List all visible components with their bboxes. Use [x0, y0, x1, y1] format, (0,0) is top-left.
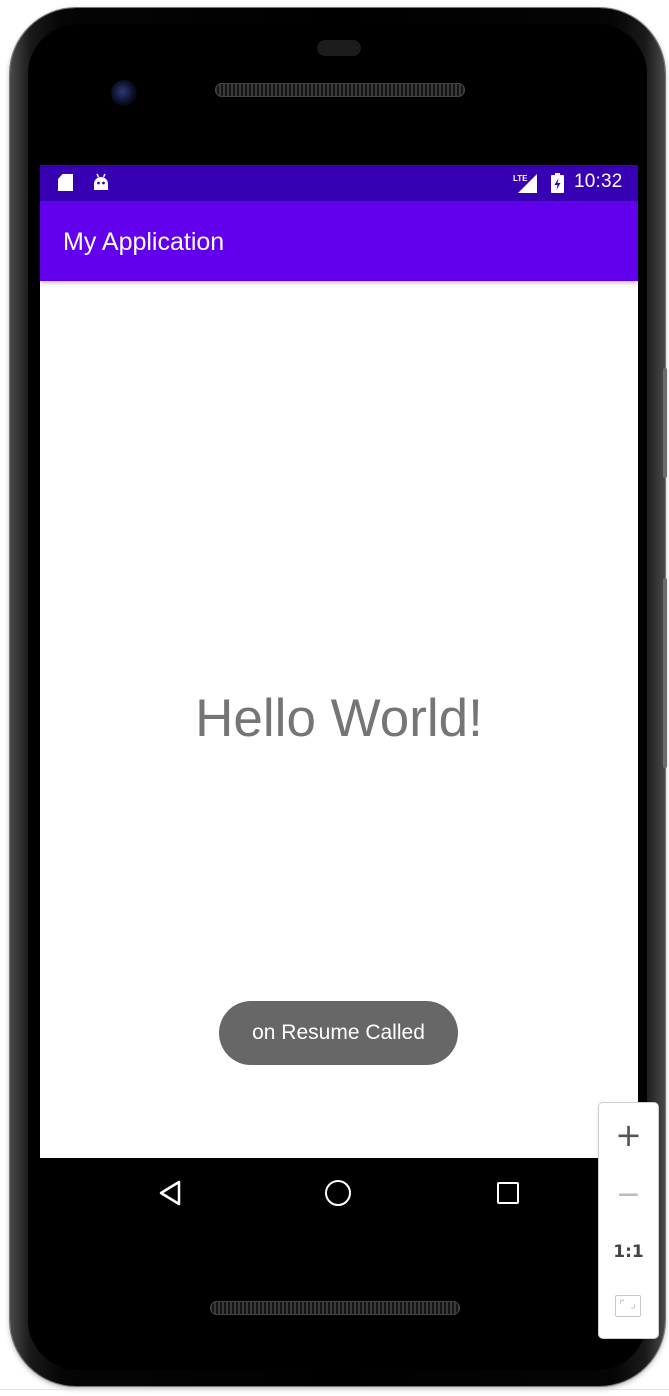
fit-corners-icon — [620, 1299, 635, 1309]
front-camera — [111, 80, 137, 106]
fit-screen-icon[interactable] — [615, 1295, 641, 1317]
app-bar: My Application — [40, 201, 638, 281]
zoom-out-button[interactable]: − — [599, 1177, 658, 1213]
earpiece-slot — [317, 40, 361, 56]
toast-message: on Resume Called — [219, 1001, 458, 1065]
status-bar: LTE 10:32 — [40, 165, 638, 201]
zoom-in-button[interactable]: + — [599, 1117, 658, 1153]
device-screen: LTE 10:32 My Application Hello World! on… — [40, 165, 638, 1158]
recents-icon[interactable] — [497, 1182, 519, 1204]
emulator-zoom-controls: + − 1:1 — [599, 1103, 658, 1338]
status-clock: 10:32 — [574, 171, 623, 192]
lte-signal-icon: LTE — [513, 174, 537, 193]
bottom-speaker-grille — [210, 1301, 460, 1315]
window-divider — [0, 1389, 669, 1390]
lte-label: LTE — [513, 174, 528, 183]
home-icon[interactable] — [325, 1180, 351, 1206]
zoom-reset-button[interactable]: 1:1 — [599, 1237, 658, 1267]
navigation-bar — [40, 1158, 638, 1230]
app-title: My Application — [63, 228, 225, 256]
power-button — [663, 578, 667, 768]
back-icon[interactable] — [158, 1180, 182, 1206]
hello-world-text: Hello World! — [195, 689, 483, 748]
volume-button — [663, 368, 667, 478]
sd-card-icon — [58, 174, 73, 191]
top-speaker-grille — [215, 83, 465, 97]
android-debug-icon — [94, 173, 108, 190]
battery-charging-icon — [551, 173, 564, 193]
